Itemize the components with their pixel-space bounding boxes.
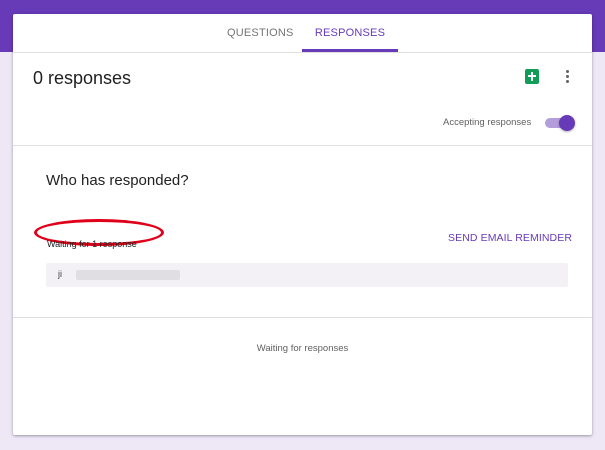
- tab-bar: QUESTIONS RESPONSES: [13, 14, 592, 53]
- respondent-initials: ji: [58, 269, 62, 279]
- more-vert-icon[interactable]: [564, 70, 570, 84]
- responses-card: QUESTIONS RESPONSES 0 responses Acceptin…: [13, 14, 592, 435]
- waiting-for-responses-text: Waiting for responses: [256, 343, 349, 354]
- active-tab-indicator: [302, 49, 398, 52]
- respondent-row: ji: [46, 263, 568, 287]
- tab-responses[interactable]: RESPONSES: [302, 14, 398, 52]
- section-divider: [13, 145, 592, 146]
- send-email-reminder-button[interactable]: SEND EMAIL REMINDER: [448, 232, 572, 244]
- waiting-count-label: Waiting for 1 response: [47, 239, 137, 249]
- who-responded-heading: Who has responded?: [46, 172, 189, 189]
- tab-questions[interactable]: QUESTIONS: [227, 14, 294, 52]
- respondent-name-redacted: [76, 270, 180, 280]
- toggle-thumb: [559, 115, 575, 131]
- accepting-responses-label: Accepting responses: [443, 117, 532, 128]
- section-divider-bottom: [13, 317, 592, 318]
- accepting-responses-toggle[interactable]: [545, 115, 575, 131]
- response-count-title: 0 responses: [33, 68, 132, 88]
- google-sheets-icon[interactable]: [525, 69, 539, 84]
